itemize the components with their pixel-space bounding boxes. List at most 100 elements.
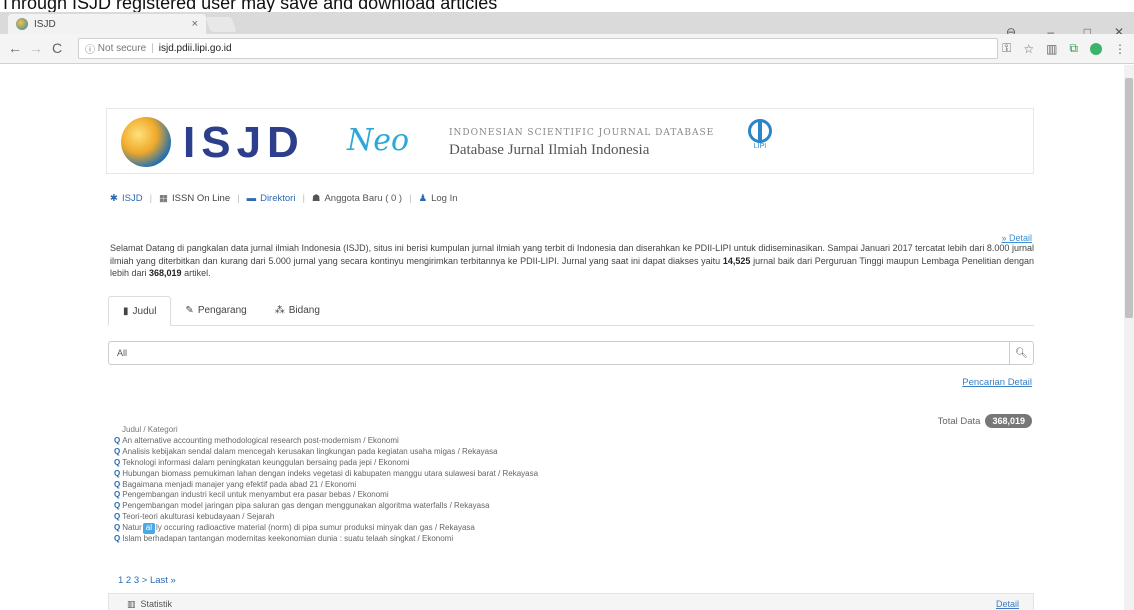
list-item[interactable]: Q Pengembangan model jaringan pipa salura…	[114, 501, 1014, 512]
tab-judul[interactable]: ▮ Judul	[108, 296, 172, 326]
statistics-panel: ▥ Statistik Detail	[108, 593, 1034, 610]
nav-issn-online[interactable]: ISSN On Line	[172, 193, 230, 204]
tab-label: Pengarang	[197, 305, 247, 316]
key-icon[interactable]: ⚿	[1002, 41, 1011, 56]
result-prefix[interactable]: Natur	[122, 523, 142, 534]
url-host: isjd.pdii.lipi.go.id	[158, 43, 232, 54]
caption: Through ISJD registered user may save an…	[0, 0, 498, 13]
info-icon[interactable]: ⓘ	[85, 41, 95, 56]
list-item[interactable]: Q Teori-teori akulturasi kebudayaan / Sej…	[114, 512, 1014, 523]
address-bar-row: ← → C ⓘ Not secure | isjd.pdii.lipi.go.i…	[0, 34, 1134, 64]
result-title[interactable]: Teknologi informasi dalam peningkatan ke…	[122, 458, 409, 469]
tab-bidang[interactable]: ⁂ Bidang	[261, 296, 334, 325]
search-box: 🔍︎	[108, 341, 1034, 365]
cast-icon[interactable]: ⧉	[1069, 41, 1078, 56]
users-icon: ☗	[311, 193, 321, 204]
list-item[interactable]: Q Hubungan biomass pemukiman lahan dengan…	[114, 469, 1014, 480]
book-icon: ▦	[159, 193, 169, 204]
extension-green-icon[interactable]	[1090, 42, 1102, 55]
nav-login[interactable]: Log In	[431, 193, 457, 204]
search-icon: Q	[114, 446, 121, 456]
toolbar-icons: ⚿ ☆ ▥ ⧉ ⋮	[1002, 41, 1126, 56]
pagination[interactable]: 1 2 3 > Last »	[118, 575, 176, 586]
bookmark-star-icon[interactable]: ☆	[1023, 42, 1034, 56]
user-icon: ♟	[418, 193, 428, 204]
search-icon: Q	[114, 501, 121, 511]
result-title[interactable]: ly occuring radioactive material (norm) …	[156, 523, 475, 534]
result-title[interactable]: Analisis kebijakan sendal dalam mencegah…	[122, 447, 497, 458]
lipi-label: LIPI	[753, 143, 767, 150]
nav-divider: |	[149, 193, 153, 204]
list-item[interactable]: Q Islam berhadapan tantangan modernitas k…	[114, 534, 1014, 545]
reload-icon[interactable]: C	[52, 40, 62, 56]
close-tab-icon[interactable]: ×	[192, 18, 198, 30]
nav-divider: |	[409, 193, 412, 204]
extension-icon[interactable]: ▥	[1046, 42, 1057, 56]
search-icon: Q	[114, 523, 121, 533]
logo-main: ISJD	[183, 118, 305, 167]
pencil-icon: ✎	[185, 305, 194, 316]
search-icon: Q	[114, 490, 121, 500]
list-item[interactable]: Q Bagaimana menjadi manajer yang efektif …	[114, 480, 1014, 491]
forward-icon[interactable]: →	[29, 40, 43, 56]
result-title[interactable]: Islam berhadapan tantangan modernitas ke…	[122, 534, 453, 545]
result-title[interactable]: Pengembangan industri kecil untuk menyam…	[122, 490, 388, 501]
search-button[interactable]: 🔍︎	[1009, 342, 1033, 364]
logo-suffix: Neo	[347, 123, 410, 158]
favicon-icon	[16, 18, 28, 30]
logo-subtitle-en: INDONESIAN SCIENTIFIC JOURNAL DATABASE	[449, 128, 715, 138]
search-input[interactable]	[109, 348, 1009, 358]
nav-divider: |	[302, 193, 305, 204]
list-item[interactable]: Q Pengembangan industri kecil untuk menya…	[114, 490, 1014, 501]
nav-isjd[interactable]: ISJD	[122, 193, 143, 204]
stats-title: ▥ Statistik	[127, 599, 172, 610]
site-banner: ISJD Neo INDONESIAN SCIENTIFIC JOURNAL D…	[106, 108, 1034, 174]
result-title[interactable]: Bagaimana menjadi manajer yang efektif p…	[122, 480, 356, 491]
new-tab-button[interactable]	[205, 17, 237, 32]
nav-divider: |	[237, 193, 240, 204]
tab-label: Judul	[132, 305, 157, 317]
browser-tab[interactable]: ISJD ×	[8, 14, 206, 34]
search-icon: Q	[114, 435, 121, 445]
highlight-word: al	[142, 523, 156, 535]
sitemap-icon: ⁂	[274, 305, 285, 316]
intro-paragraph: Selamat Datang di pangkalan data jurnal …	[110, 242, 1034, 280]
nav-direktori[interactable]: Direktori	[260, 193, 295, 204]
stats-detail-link[interactable]: Detail	[996, 599, 1019, 609]
globe-logo-icon	[121, 117, 171, 167]
search-tabs: ▮ Judul ✎ Pengarang ⁂ Bidang	[108, 296, 1034, 326]
url-divider: |	[151, 43, 154, 54]
back-icon[interactable]: ←	[8, 40, 22, 56]
lipi-emblem-icon	[748, 119, 772, 143]
journal-count: 14,525	[722, 255, 751, 266]
search-icon: Q	[114, 468, 121, 478]
list-item[interactable]: Q Teknologi informasi dalam peningkatan k…	[114, 458, 1014, 469]
tab-title: ISJD	[34, 18, 56, 30]
nav-new-members[interactable]: Anggota Baru ( 0 )	[324, 193, 402, 204]
folder-icon: ▬	[246, 193, 257, 204]
home-icon: ✱	[110, 193, 118, 204]
result-title[interactable]: Hubungan biomass pemukiman lahan dengan …	[122, 469, 538, 480]
result-title[interactable]: Teori-teori akulturasi kebudayaan / Seja…	[122, 512, 274, 523]
search-icon: Q	[114, 479, 121, 489]
url-input[interactable]: ⓘ Not secure | isjd.pdii.lipi.go.id	[78, 38, 998, 59]
tab-pengarang[interactable]: ✎ Pengarang	[171, 296, 260, 325]
file-icon: ▮	[123, 305, 129, 317]
result-title[interactable]: An alternative accounting methodological…	[122, 436, 399, 447]
list-item[interactable]: Q Natur al ly occuring radioactive material…	[114, 523, 1014, 535]
logo-subtitle-id: Database Jurnal Ilmiah Indonesia	[449, 142, 650, 158]
intro-text-3: artikel.	[181, 268, 211, 278]
advanced-search-link[interactable]: Pencarian Detail	[962, 377, 1032, 388]
results-header: Judul / Kategori	[122, 425, 178, 434]
security-label: Not secure	[97, 43, 147, 54]
list-item[interactable]: Q An alternative accounting methodologica…	[114, 436, 1014, 447]
bar-chart-icon: ▥	[127, 598, 136, 609]
tab-strip: ISJD × ⊖ – □ ✕	[0, 12, 1134, 39]
scrollbar-thumb[interactable]	[1125, 78, 1133, 318]
search-icon: Q	[114, 457, 121, 467]
result-title[interactable]: Pengembangan model jaringan pipa saluran…	[122, 501, 489, 512]
tab-label: Bidang	[288, 305, 320, 316]
list-item[interactable]: Q Analisis kebijakan sendal dalam mencega…	[114, 447, 1014, 458]
search-icon: 🔍︎	[1015, 347, 1028, 359]
menu-icon[interactable]: ⋮	[1114, 42, 1126, 56]
